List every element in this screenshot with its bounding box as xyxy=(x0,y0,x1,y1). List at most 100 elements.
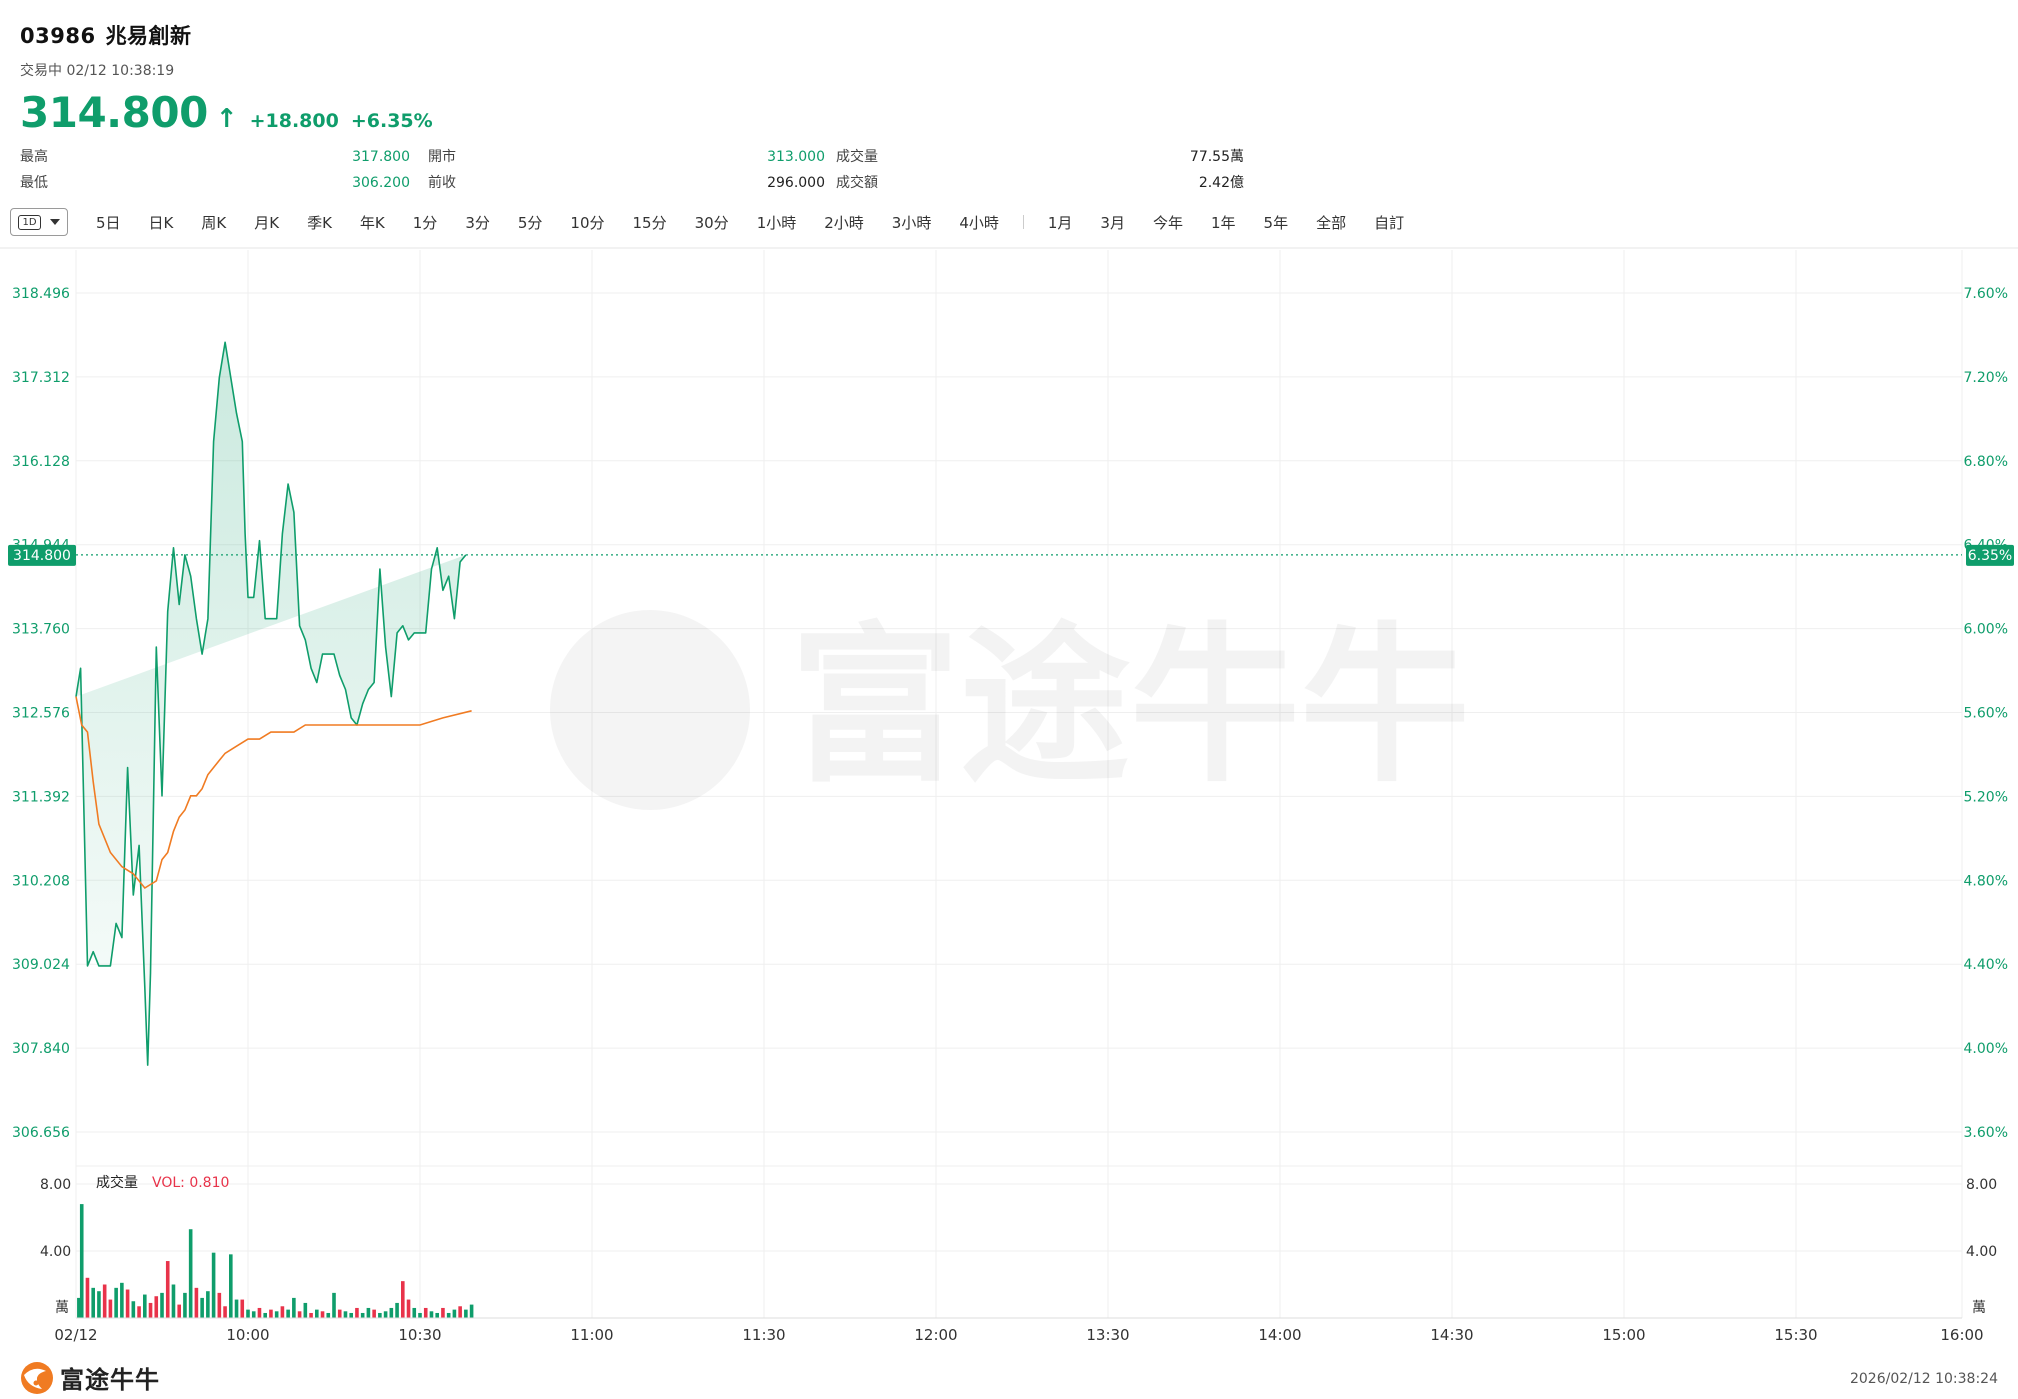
tab-range-0[interactable]: 1月 xyxy=(1048,212,1073,233)
x-tick-label: 13:30 xyxy=(1086,1326,1129,1344)
tab-range-1[interactable]: 3月 xyxy=(1100,212,1125,233)
volume-bar xyxy=(360,1312,365,1318)
volume-bar xyxy=(217,1292,222,1318)
price-tick-label: 311.392 xyxy=(12,789,70,805)
tab-period-13[interactable]: 2小時 xyxy=(824,212,864,233)
volume-bar xyxy=(125,1289,130,1318)
volume-bar xyxy=(183,1292,187,1318)
volume-bar xyxy=(441,1307,445,1318)
volume-bar xyxy=(423,1307,428,1318)
footer-timestamp: 2026/02/12 10:38:24 xyxy=(1849,1371,1998,1387)
current-price-label: 314.800 xyxy=(13,548,71,564)
volume-bar xyxy=(97,1291,101,1318)
price-tick-label: 310.208 xyxy=(12,873,70,889)
period-tabs: 5日 日K 周K 月K 季K 年K 1分 3分 5分 10分 15分 30分 1小時 2小時 3小時 4小時 xyxy=(82,212,1013,233)
volume-bar xyxy=(349,1312,353,1318)
volume-bar xyxy=(251,1311,256,1318)
quote-time: 02/12 10:38:19 xyxy=(66,63,175,79)
tab-period-15[interactable]: 4小時 xyxy=(959,212,999,233)
volume-bar xyxy=(177,1304,181,1318)
intraday-chart[interactable]: 318.496 7.60% 317.312 7.20% 316.128 6.80% 314.… xyxy=(0,245,2018,1360)
volume-bar xyxy=(200,1297,204,1318)
volume-bar xyxy=(372,1309,376,1318)
tab-period-0[interactable]: 5日 xyxy=(96,212,121,233)
tab-period-14[interactable]: 3小時 xyxy=(892,212,932,233)
stat-label: 前收 xyxy=(428,175,456,191)
period-toolbar: 1D 5日 日K 周K 月K 季K 年K 1分 3分 5分 10分 15分 30分 1小時 2小時 3小時 4… xyxy=(10,207,1418,237)
volume-bar xyxy=(343,1311,348,1318)
tab-period-2[interactable]: 周K xyxy=(201,212,226,233)
period-selected: 1D xyxy=(18,214,41,230)
volume-bar xyxy=(337,1309,342,1318)
volume-bar xyxy=(274,1311,279,1318)
stat-turnover: 2.42億 xyxy=(1198,175,1244,191)
volume-bar xyxy=(148,1302,153,1318)
price-tick-label: 316.128 xyxy=(12,454,70,470)
x-tick-label: 15:00 xyxy=(1602,1326,1645,1344)
price-tick-label: 317.312 xyxy=(12,370,70,386)
volume-bar xyxy=(154,1296,159,1318)
vol-unit-label-right: 萬 xyxy=(1972,1300,1986,1316)
price-tick-label: 312.576 xyxy=(12,706,70,722)
vol-tick-label: 8.00 xyxy=(40,1177,71,1193)
volume-bar xyxy=(234,1299,239,1318)
pct-tick-label: 7.20% xyxy=(1964,370,2008,386)
stats-col-3: 成交量 77.55萬 成交額 2.42億 xyxy=(836,144,1244,196)
tab-range-4[interactable]: 5年 xyxy=(1264,212,1289,233)
x-tick-label: 11:30 xyxy=(742,1326,785,1344)
tab-period-1[interactable]: 日K xyxy=(149,212,174,233)
volume-bar xyxy=(286,1309,290,1318)
volume-bar xyxy=(412,1307,417,1318)
x-tick-label: 16:00 xyxy=(1940,1326,1983,1344)
volume-bar xyxy=(223,1306,227,1318)
x-tick-label: 12:00 xyxy=(914,1326,957,1344)
vol-tick-label-right: 4.00 xyxy=(1966,1244,1997,1260)
watermark: 富途牛牛 xyxy=(550,608,1470,810)
tab-period-5[interactable]: 年K xyxy=(360,212,385,233)
volume-bar xyxy=(263,1312,267,1318)
tab-period-4[interactable]: 季K xyxy=(307,212,332,233)
price-tick-label: 318.496 xyxy=(12,286,70,302)
pct-tick-label: 4.40% xyxy=(1964,957,2008,973)
volume-bar xyxy=(418,1312,422,1318)
tab-range-2[interactable]: 今年 xyxy=(1153,212,1183,233)
pct-tick-label: 3.60% xyxy=(1964,1125,2008,1141)
stats-col-2: 開市 313.000 前收 296.000 xyxy=(428,144,825,196)
tab-period-12[interactable]: 1小時 xyxy=(757,212,797,233)
tab-range-3[interactable]: 1年 xyxy=(1211,212,1236,233)
tab-period-6[interactable]: 1分 xyxy=(413,212,438,233)
pct-tick-label: 5.60% xyxy=(1964,706,2008,722)
volume-bar xyxy=(120,1282,124,1318)
volume-bar xyxy=(188,1229,193,1318)
futu-logo-icon xyxy=(21,1361,53,1394)
volume-bar xyxy=(108,1299,113,1318)
tab-period-11[interactable]: 30分 xyxy=(695,212,729,233)
volume-bar xyxy=(383,1311,388,1318)
pct-tick-label: 4.80% xyxy=(1964,873,2008,889)
volume-bar xyxy=(171,1284,176,1318)
footer-brand: 富途牛牛 xyxy=(20,1360,160,1395)
pct-tick-label: 5.20% xyxy=(1964,789,2008,805)
volume-bar xyxy=(355,1307,359,1318)
tab-period-8[interactable]: 5分 xyxy=(518,212,543,233)
volume-bar xyxy=(131,1301,136,1318)
quote-line: 314.800 ↑ +18.800 +6.35% xyxy=(20,88,433,137)
volume-bar xyxy=(464,1309,468,1318)
stat-prev-close: 296.000 xyxy=(767,175,825,191)
volume-bar xyxy=(240,1299,245,1318)
tab-period-7[interactable]: 3分 xyxy=(465,212,490,233)
current-pct-label: 6.35% xyxy=(1968,548,2012,564)
tab-range-5[interactable]: 全部 xyxy=(1316,212,1346,233)
stat-label: 成交額 xyxy=(836,175,878,191)
tab-range-6[interactable]: 自訂 xyxy=(1374,212,1404,233)
price-tick-label: 313.760 xyxy=(12,622,70,638)
volume-bar xyxy=(401,1281,405,1318)
volume-bar xyxy=(303,1302,308,1318)
tab-period-3[interactable]: 月K xyxy=(254,212,279,233)
tab-divider xyxy=(1022,215,1024,229)
volume-bar xyxy=(297,1311,302,1318)
tab-period-9[interactable]: 10分 xyxy=(570,212,604,233)
tab-period-10[interactable]: 15分 xyxy=(633,212,667,233)
period-dropdown[interactable]: 1D xyxy=(10,208,68,236)
pct-tick-label: 6.00% xyxy=(1964,622,2008,638)
